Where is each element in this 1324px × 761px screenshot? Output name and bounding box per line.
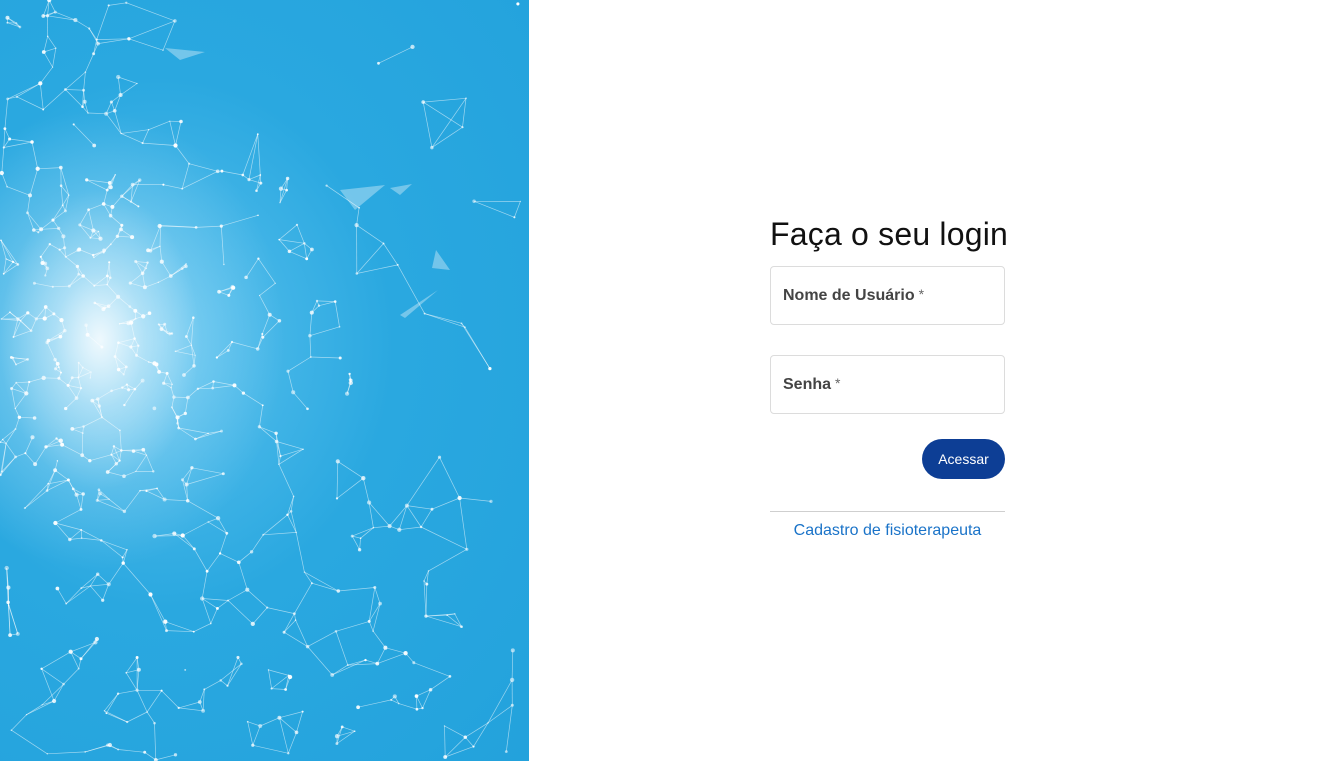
username-label: Nome de Usuário	[783, 286, 915, 304]
required-mark: *	[835, 374, 841, 391]
required-mark: *	[918, 285, 925, 302]
login-form: Faça o seu login Nome de Usuário * Senha…	[770, 214, 1009, 540]
password-label: Senha	[783, 375, 832, 393]
form-actions: Acessar	[770, 439, 1005, 479]
register-physiotherapist-link[interactable]: Cadastro de fisioterapeuta	[770, 522, 1005, 540]
login-page: Faça o seu login Nome de Usuário * Senha…	[0, 0, 1324, 761]
login-button[interactable]: Acessar	[922, 439, 1005, 479]
content-panel: Faça o seu login Nome de Usuário * Senha…	[529, 0, 1324, 761]
page-title: Faça o seu login	[770, 216, 1009, 252]
divider	[770, 511, 1005, 512]
hero-illustration	[0, 0, 529, 761]
username-field[interactable]: Nome de Usuário *	[770, 266, 1005, 325]
polygon-body-illustration	[0, 0, 522, 761]
password-field[interactable]: Senha *	[770, 355, 1005, 414]
